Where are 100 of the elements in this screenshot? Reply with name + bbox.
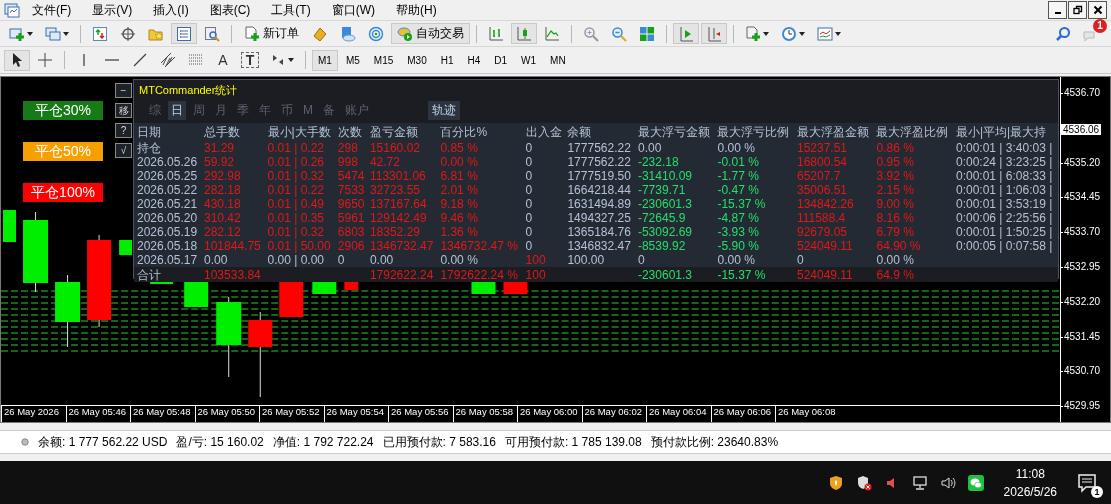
caret-icon[interactable]	[763, 31, 769, 36]
timeframe-button[interactable]: H4	[461, 49, 487, 71]
caret-icon[interactable]	[835, 31, 841, 36]
close-position-button[interactable]: 平仓100%	[23, 183, 103, 202]
table-cell: 9.46 %	[440, 211, 478, 225]
current-price-label: 4536.06	[1061, 123, 1102, 135]
panel-button[interactable]: 移	[115, 103, 132, 118]
panel-button[interactable]: −	[115, 83, 132, 98]
document-plus-icon	[745, 25, 761, 42]
table-cell: 32723.55	[369, 183, 420, 197]
menu-item[interactable]: 显示(V)	[80, 1, 142, 19]
price-label: 4533.70	[1061, 226, 1110, 261]
panel-button[interactable]: ?	[115, 123, 132, 138]
caret-icon[interactable]	[799, 31, 805, 36]
total-cell: 合计	[137, 267, 161, 282]
network-icon[interactable]	[911, 474, 928, 491]
menu-item[interactable]: 图表(C)	[197, 1, 260, 19]
autoscroll-button[interactable]	[673, 23, 699, 44]
table-cell: 100	[525, 253, 546, 267]
time-label: 26 May 05:54	[323, 406, 388, 422]
menu-item[interactable]: 工具(T)	[259, 1, 320, 19]
menu-item[interactable]: 帮助(H)	[384, 1, 446, 19]
cursor-tool[interactable]	[4, 49, 30, 71]
restore-icon[interactable]	[1068, 1, 1087, 19]
table-cell: 0.01 | 0.26	[267, 155, 325, 169]
table-cell: 0.00 %	[440, 253, 478, 267]
timeframe-button[interactable]: D1	[488, 49, 514, 71]
total-cell: -15.37 %	[717, 267, 766, 282]
candlestick-button[interactable]	[511, 23, 537, 44]
column-header: 最大浮盈金额	[793, 123, 874, 141]
table-cell: 5961	[337, 211, 365, 225]
table-cell: 0:00:01 | 3:53:19 |	[955, 197, 1053, 211]
column-header: 总手数	[201, 123, 265, 141]
table-cell: 1777562.22	[567, 141, 631, 155]
text-tool[interactable]: A	[211, 49, 235, 71]
table-cell: 282.12	[204, 225, 241, 239]
caret-icon[interactable]	[63, 31, 69, 36]
status-dot-icon	[21, 438, 29, 446]
table-cell: 0:00:06 | 2:25:56 |	[955, 211, 1053, 225]
timeframe-button[interactable]: M1	[312, 49, 338, 71]
taskbar-clock[interactable]: 11:08 2026/5/26	[1003, 464, 1057, 501]
search-icon[interactable]	[1055, 25, 1071, 42]
clock-date: 2026/5/26	[1003, 483, 1057, 501]
timeframe-button[interactable]: H1	[434, 49, 460, 71]
column-header: 日期	[134, 123, 201, 141]
caret-icon[interactable]	[27, 31, 33, 36]
minimize-icon[interactable]	[1048, 1, 1067, 19]
menu-item[interactable]: 文件(F)	[20, 1, 81, 19]
security-warning-icon[interactable]	[855, 474, 872, 491]
trend-line-icon	[132, 52, 148, 68]
time-label: 26 May 05:52	[259, 406, 324, 422]
column-header: 盈亏金额	[366, 123, 438, 141]
table-cell: 2026.05.18	[137, 239, 198, 253]
table-cell: -72645.9	[637, 211, 686, 225]
menu-item[interactable]: 插入(I)	[141, 1, 198, 19]
bar-chart-icon	[488, 25, 504, 42]
period-tab[interactable]: 日	[168, 100, 186, 120]
table-cell: 18352.29	[369, 225, 420, 239]
volume-icon[interactable]	[939, 474, 956, 491]
table-cell: 524049.11	[796, 239, 853, 253]
account-info: 可用预付款: 1 785 139.08	[504, 433, 642, 451]
price-label: 4536.70	[1061, 87, 1110, 122]
shield-icon[interactable]	[827, 474, 844, 491]
timeframe-button[interactable]: W1	[515, 49, 543, 71]
trail-button[interactable]: 轨迹	[428, 100, 460, 120]
time-label: 26 May 06:06	[710, 406, 775, 422]
column-header: 最大浮亏比例	[714, 123, 794, 141]
timeframe-button[interactable]: MN	[544, 49, 572, 71]
vertical-line-icon	[83, 54, 85, 66]
column-header: 余额	[564, 123, 635, 141]
chart-shift-button[interactable]	[701, 23, 727, 44]
close-icon[interactable]	[1088, 1, 1107, 19]
arrows-window-icon	[92, 25, 108, 42]
toolbar-button[interactable]: 自动交易	[391, 23, 470, 44]
close-position-button[interactable]: 平仓30%	[23, 101, 103, 120]
table-cell: 0:00:24 | 3:23:25 |	[955, 155, 1053, 169]
table-cell: 64.90 %	[876, 239, 921, 253]
caret-icon[interactable]	[288, 58, 294, 62]
candlestick-icon	[516, 25, 532, 42]
timeframe-button[interactable]: M15	[367, 49, 400, 71]
table-cell: 1346732.47	[369, 239, 434, 253]
list-window-button[interactable]	[171, 23, 197, 44]
chat-app-icon[interactable]	[967, 474, 984, 491]
table-cell: 15237.51	[796, 141, 847, 155]
table-cell: 0.00 %	[876, 253, 914, 267]
table-cell: 111588.4	[796, 211, 846, 225]
text-tool[interactable]: T	[241, 52, 259, 68]
time-label: 26 May 05:50	[194, 406, 259, 422]
app-icon[interactable]	[4, 2, 20, 18]
toolbar-button[interactable]: 新订单	[238, 23, 305, 44]
time-label: 26 May 05:48	[130, 406, 195, 422]
menu-item[interactable]: 窗口(W)	[319, 1, 384, 19]
timeframe-button[interactable]: M5	[339, 49, 366, 71]
panel-button[interactable]: √	[115, 143, 132, 158]
notifications-icon[interactable]	[1077, 472, 1097, 493]
timeframe-button[interactable]: M30	[401, 49, 433, 71]
price-label: 4534.45	[1061, 191, 1110, 227]
price-label: 4535.20	[1061, 156, 1110, 192]
chart-template-icon	[817, 25, 833, 42]
account-info: 预付款比例: 23640.83%	[650, 433, 779, 451]
